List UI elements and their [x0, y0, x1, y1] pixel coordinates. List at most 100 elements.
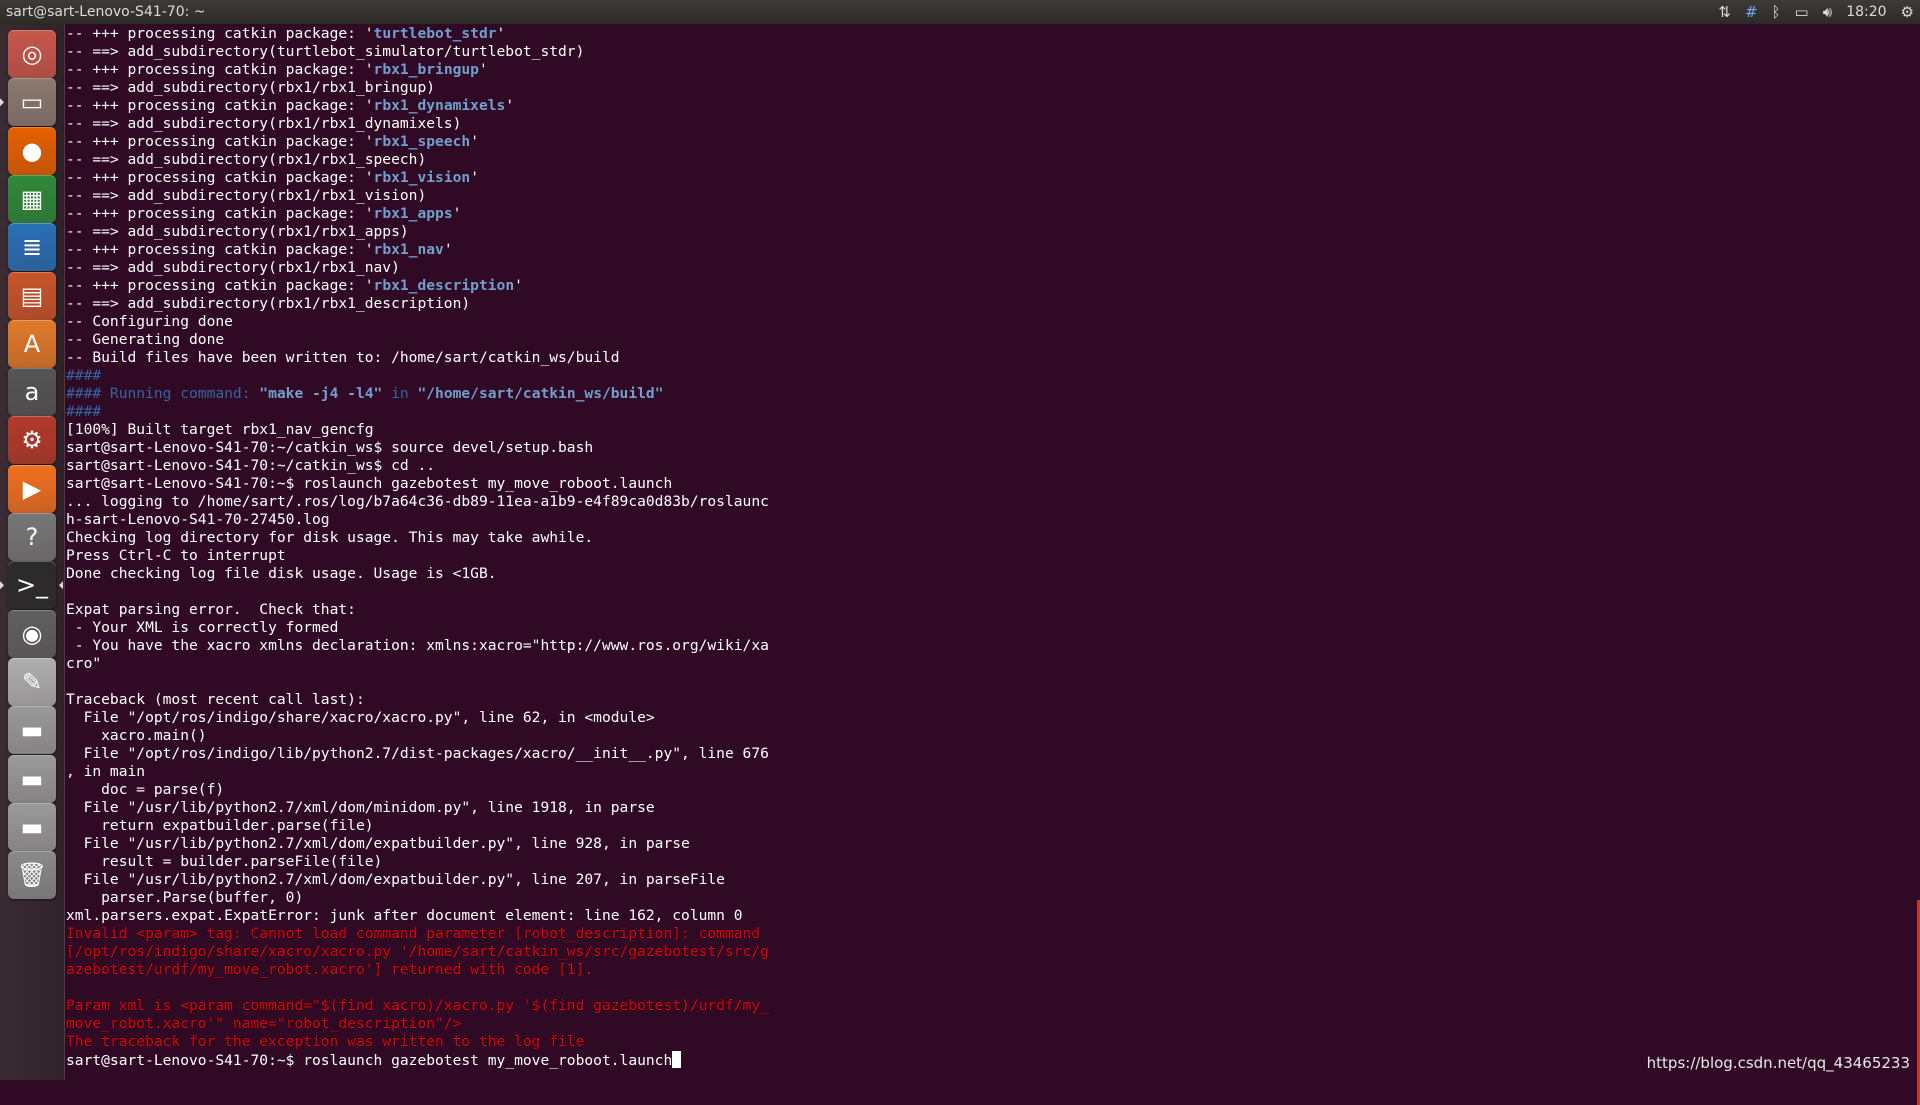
terminal-line: xml.parsers.expat.ExpatError: junk after…	[66, 907, 1920, 925]
terminal-text: rbx1_vision	[374, 169, 471, 186]
text-cursor	[672, 1051, 681, 1068]
terminal-text: -- ==> add_subdirectory(rbx1/rbx1_dynami…	[66, 115, 461, 132]
battery-icon[interactable]: ▭	[1795, 3, 1809, 21]
terminal-line: -- +++ processing catkin package: 'turtl…	[66, 25, 1920, 43]
terminal-text: '	[514, 277, 523, 294]
terminal-text: File "/opt/ros/indigo/share/xacro/xacro.…	[66, 709, 655, 726]
launcher-text-editor-icon[interactable]: ✎	[8, 658, 56, 706]
launcher-libreoffice-impress-icon[interactable]: ▤	[8, 272, 56, 320]
terminal-text: - You have the xacro xmlns declaration: …	[66, 637, 769, 654]
terminal-text: Traceback (most recent call last):	[66, 691, 365, 708]
launcher-software-center-icon[interactable]: A	[8, 320, 56, 368]
terminal-text: xacro.main()	[66, 727, 207, 744]
terminal-line	[66, 673, 1920, 691]
terminal-line: ####	[66, 367, 1920, 385]
launcher-trash-icon[interactable]: 🗑	[8, 851, 56, 899]
terminal-line: - You have the xacro xmlns declaration: …	[66, 637, 1920, 655]
active-window-indicator	[59, 581, 63, 589]
terminal-prompt-line[interactable]: sart@sart-Lenovo-S41-70:~$ roslaunch gaz…	[66, 1051, 1920, 1069]
terminal-text: rbx1_bringup	[374, 61, 479, 78]
terminal-line: [/opt/ros/indigo/share/xacro/xacro.py '/…	[66, 943, 1920, 961]
gear-icon[interactable]: ⚙	[1901, 3, 1914, 21]
terminal-line: -- ==> add_subdirectory(rbx1/rbx1_dynami…	[66, 115, 1920, 133]
terminal-output: -- +++ processing catkin package: ' turtl…	[66, 25, 1920, 1069]
launcher-drive-3-icon[interactable]: ▬	[8, 803, 56, 851]
keyboard-layout-icon[interactable]: #	[1745, 3, 1758, 21]
launcher-gazebo-icon[interactable]: ◉	[8, 610, 56, 658]
terminal-line: , in main	[66, 763, 1920, 781]
terminal-text: return expatbuilder.parse(file)	[66, 817, 374, 834]
launcher-files-icon[interactable]: ▭	[8, 78, 56, 126]
terminal-text: -- Build files have been written to: /ho…	[66, 349, 620, 366]
launcher: ◎▭●▦≣▤Aa⚙▶?>_◉✎▬▬▬🗑	[0, 24, 65, 1080]
clock[interactable]: 18:20	[1846, 4, 1886, 20]
launcher-drive-1-icon[interactable]: ▬	[8, 706, 56, 754]
terminal-text: -- ==> add_subdirectory(rbx1/rbx1_nav)	[66, 259, 400, 276]
launcher-amazon-icon[interactable]: a	[8, 368, 56, 416]
terminal-text: sart@sart-Lenovo-S41-70:~/catkin_ws$ sou…	[66, 439, 593, 456]
terminal-line	[66, 979, 1920, 997]
terminal-line: move_robot.xacro'" name="robot_descripti…	[66, 1015, 1920, 1033]
terminal-window[interactable]: -- +++ processing catkin package: ' turtl…	[66, 25, 1920, 1080]
terminal-text: Press Ctrl-C to interrupt	[66, 547, 286, 564]
launcher-media-player-icon[interactable]: ▶	[8, 465, 56, 513]
terminal-line: doc = parse(f)	[66, 781, 1920, 799]
network-updown-icon[interactable]: ⇅	[1718, 3, 1731, 21]
terminal-text: -- +++ processing catkin package: '	[66, 205, 374, 222]
terminal-text: -- ==> add_subdirectory(rbx1/rbx1_speech…	[66, 151, 426, 168]
terminal-line: result = builder.parseFile(file)	[66, 853, 1920, 871]
terminal-text: , in main	[66, 763, 145, 780]
terminal-line: Done checking log file disk usage. Usage…	[66, 565, 1920, 583]
terminal-text: -- ==> add_subdirectory(rbx1/rbx1_apps)	[66, 223, 409, 240]
pip-terminal	[0, 581, 4, 589]
terminal-text: turtlebot_stdr	[374, 25, 497, 42]
terminal-line: The traceback for the exception was writ…	[66, 1033, 1920, 1051]
launcher-firefox-icon[interactable]: ●	[8, 127, 56, 175]
terminal-text: "make -j4 -l4"	[259, 385, 382, 402]
terminal-text: '	[497, 25, 506, 42]
terminal-line: -- +++ processing catkin package: 'rbx1_…	[66, 241, 1920, 259]
terminal-text: result = builder.parseFile(file)	[66, 853, 382, 870]
launcher-help-icon[interactable]: ?	[8, 513, 56, 561]
terminal-line: -- +++ processing catkin package: 'rbx1_…	[66, 97, 1920, 115]
launcher-libreoffice-writer-icon[interactable]: ≣	[8, 223, 56, 271]
launcher-ubuntu-dash-icon[interactable]: ◎	[8, 30, 56, 78]
terminal-text: File "/usr/lib/python2.7/xml/dom/expatbu…	[66, 835, 690, 852]
terminal-text: -- +++ processing catkin package: '	[66, 61, 374, 78]
launcher-libreoffice-calc-icon[interactable]: ▦	[8, 175, 56, 223]
terminal-line: h-sart-Lenovo-S41-70-27450.log	[66, 511, 1920, 529]
launcher-drive-2-icon[interactable]: ▬	[8, 755, 56, 803]
terminal-text: Invalid <param> tag: Cannot load command…	[66, 925, 760, 942]
bluetooth-icon[interactable]: ᛒ	[1772, 3, 1781, 21]
terminal-line: xacro.main()	[66, 727, 1920, 745]
terminal-text: File "/opt/ros/indigo/lib/python2.7/dist…	[66, 745, 769, 762]
terminal-text: -- +++ processing catkin package: '	[66, 277, 374, 294]
terminal-text: rbx1_speech	[374, 133, 471, 150]
volume-icon[interactable]: 🔊︎	[1823, 3, 1832, 21]
terminal-line: File "/usr/lib/python2.7/xml/dom/expatbu…	[66, 835, 1920, 853]
terminal-line: -- Build files have been written to: /ho…	[66, 349, 1920, 367]
terminal-line: cro"	[66, 655, 1920, 673]
terminal-text: h-sart-Lenovo-S41-70-27450.log	[66, 511, 330, 528]
terminal-text: -- Generating done	[66, 331, 224, 348]
launcher-terminal-icon[interactable]: >_	[8, 561, 56, 609]
pip-files	[0, 98, 4, 106]
terminal-line: Invalid <param> tag: Cannot load command…	[66, 925, 1920, 943]
terminal-text: -- ==> add_subdirectory(rbx1/rbx1_bringu…	[66, 79, 435, 96]
terminal-text: ####	[66, 367, 101, 384]
terminal-line: File "/usr/lib/python2.7/xml/dom/minidom…	[66, 799, 1920, 817]
terminal-text: rbx1_nav	[374, 241, 444, 258]
terminal-line: File "/opt/ros/indigo/lib/python2.7/dist…	[66, 745, 1920, 763]
terminal-line: -- ==> add_subdirectory(rbx1/rbx1_apps)	[66, 223, 1920, 241]
terminal-text: doc = parse(f)	[66, 781, 224, 798]
terminal-text: '	[453, 205, 462, 222]
terminal-text: -- Configuring done	[66, 313, 233, 330]
terminal-text: rbx1_description	[374, 277, 515, 294]
system-tray: ⇅ # ᛒ ▭ 🔊︎ 18:20 ⚙	[1718, 3, 1914, 21]
terminal-text: sart@sart-Lenovo-S41-70:~$ roslaunch gaz…	[66, 475, 672, 492]
terminal-line: return expatbuilder.parse(file)	[66, 817, 1920, 835]
terminal-text: rbx1_dynamixels	[374, 97, 506, 114]
launcher-system-settings-icon[interactable]: ⚙	[8, 416, 56, 464]
terminal-text: sart@sart-Lenovo-S41-70:~/catkin_ws$ cd …	[66, 457, 435, 474]
terminal-text: "/home/sart/catkin_ws/build"	[417, 385, 663, 402]
